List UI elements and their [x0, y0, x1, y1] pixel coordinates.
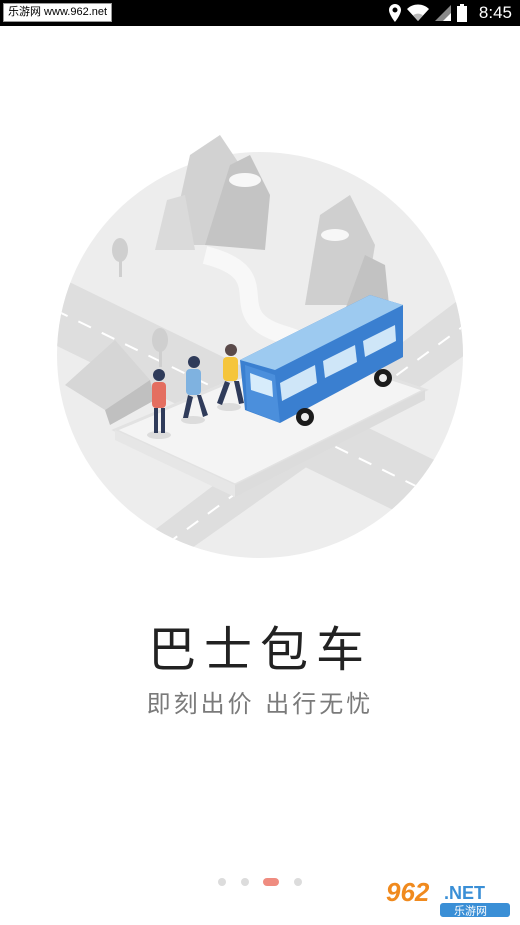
status-time: 8:45	[478, 3, 512, 22]
status-bar: 乐游网 www.962.net 8:45	[0, 0, 520, 26]
page-title: 巴士包车	[147, 622, 372, 678]
svg-text:乐游网: 乐游网	[454, 905, 487, 918]
watermark-logo: 962 .NET 乐游网	[382, 875, 514, 919]
svg-text:962: 962	[386, 877, 430, 907]
battery-icon	[456, 4, 467, 22]
page-subtitle: 即刻出价 出行无忧	[146, 690, 374, 718]
location-icon	[388, 4, 401, 22]
pager-dot[interactable]	[241, 878, 249, 886]
watermark-label: 乐游网 www.962.net	[3, 3, 113, 22]
signal-icon	[434, 5, 451, 21]
pager-dot-active[interactable]	[263, 878, 279, 886]
svg-text:.NET: .NET	[444, 883, 485, 903]
wifi-icon	[406, 4, 429, 21]
status-icons: 8:45	[388, 0, 512, 26]
pager-dot[interactable]	[218, 878, 226, 886]
bus-charter-illustration	[57, 135, 463, 558]
pager-dot[interactable]	[294, 878, 302, 886]
